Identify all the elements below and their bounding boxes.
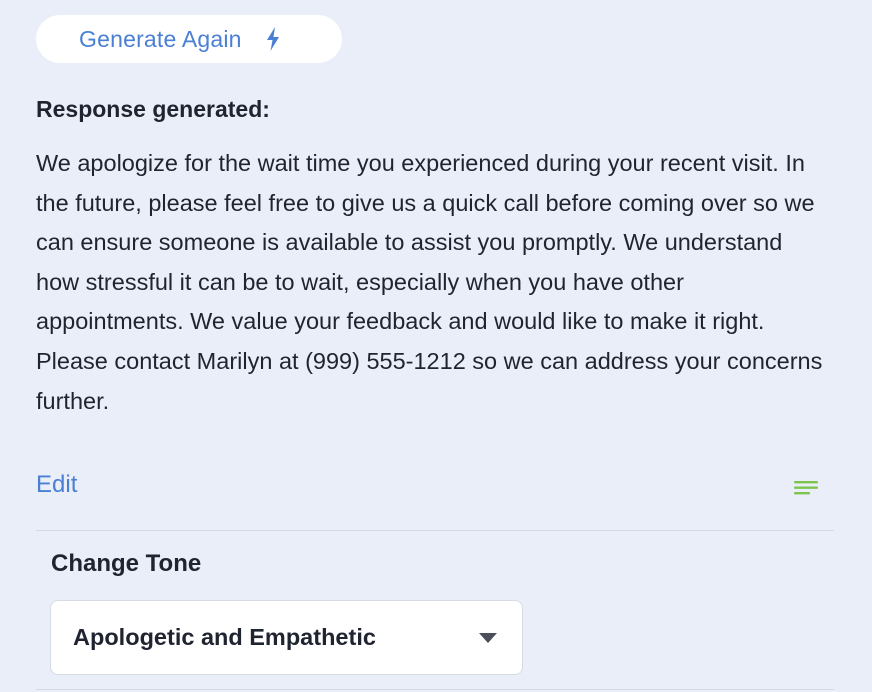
response-heading: Response generated: (36, 96, 270, 122)
section-divider (36, 530, 834, 531)
caret-down-icon (479, 633, 497, 643)
response-text: We apologize for the wait time you exper… (36, 150, 823, 414)
bottom-divider (36, 689, 834, 690)
generate-again-label: Generate Again (79, 25, 242, 52)
response-panel: Generate Again Response generated: We ap… (0, 0, 872, 692)
generate-again-button[interactable]: Generate Again (36, 15, 342, 63)
tone-selected-value: Apologetic and Empathetic (73, 624, 376, 650)
tone-select[interactable]: Apologetic and Empathetic (50, 600, 523, 675)
edit-link[interactable]: Edit (36, 471, 77, 499)
change-tone-label: Change Tone (51, 550, 202, 577)
text-lines-icon[interactable] (794, 479, 818, 497)
lightning-bolt-icon (266, 27, 280, 51)
